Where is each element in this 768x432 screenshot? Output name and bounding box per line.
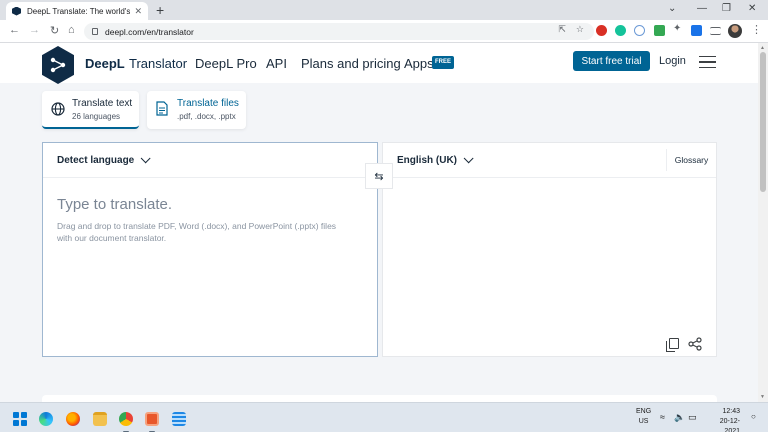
target-language-label: English (UK) [397,155,457,166]
tab-translate-files[interactable]: Translate files .pdf, .docx, .pptx [147,91,246,129]
reading-list-icon[interactable] [710,27,721,35]
system-clock[interactable]: 12:43 20-12-2021 [706,407,740,432]
green-extension-icon[interactable] [654,25,665,36]
share-icon[interactable] [688,337,702,351]
login-link[interactable]: Login [659,55,686,67]
scroll-down-icon[interactable]: ▼ [760,394,765,400]
edge-browser-icon[interactable] [39,412,53,426]
back-arrow-icon[interactable]: ← [9,24,20,36]
chevron-down-icon [463,153,474,164]
site-header: DeepL Translator DeepL Pro API Plans and… [0,43,758,84]
apps-free-badge: FREE [432,56,455,69]
translate-text-label: Translate text [72,98,133,109]
target-language-select[interactable]: English (UK) [397,153,474,166]
source-language-label: Detect language [57,155,135,166]
blue-plus-extension-icon[interactable] [691,25,702,36]
adblock-extension-icon[interactable] [596,25,607,36]
profile-avatar[interactable] [728,24,742,38]
nav-plans-pricing[interactable]: Plans and pricing [301,56,401,71]
close-window-button[interactable]: ✕ [748,3,756,14]
browser-tab-strip: DeepL Translate: The world's mos ✕ + ⌄ —… [0,0,768,20]
copy-icon[interactable] [666,338,679,352]
source-text-panel[interactable]: Detect language Type to translate. Drag … [42,142,378,357]
firefox-icon[interactable] [66,412,80,426]
new-tab-button[interactable]: + [156,2,164,18]
swap-arrows-icon: ⇆ [374,170,384,183]
document-icon [156,101,168,116]
start-free-trial-button[interactable]: Start free trial [573,51,650,71]
notepad-icon[interactable] [172,412,186,426]
bookmark-star-icon[interactable]: ☆ [576,24,584,35]
clock-date: 20-12-2021 [719,418,740,432]
link-extension-icon[interactable] [634,25,645,36]
swap-languages-button[interactable]: ⇆ [365,163,393,189]
tab-title: DeepL Translate: The world's mos [27,6,131,16]
screen: DeepL Translate: The world's mos ✕ + ⌄ —… [0,0,768,432]
brand-product[interactable]: Translator [129,56,187,71]
puzzle-extensions-icon[interactable]: ✦ [673,23,684,34]
tab-search-icon[interactable]: ⌄ [668,3,676,14]
nav-apps[interactable]: Apps [404,56,434,71]
maximize-button[interactable]: ❐ [722,3,731,14]
minimize-button[interactable]: — [697,3,707,14]
file-explorer-icon[interactable] [93,412,107,426]
home-icon[interactable]: ⌂ [68,24,75,36]
globe-icon [51,102,65,116]
nav-api[interactable]: API [266,56,287,71]
language-code: ENG [636,408,652,415]
close-tab-icon[interactable]: ✕ [134,6,142,17]
translate-files-label: Translate files [177,98,239,109]
browser-tab-deepl[interactable]: DeepL Translate: The world's mos ✕ [6,2,148,20]
notification-icon[interactable]: ○ [751,412,756,421]
keyboard-language-indicator[interactable]: ENG US [636,407,651,427]
reload-icon[interactable]: ↻ [50,24,59,37]
source-language-select[interactable]: Detect language [57,153,151,166]
deepl-logo-icon[interactable] [42,46,74,84]
chrome-icon[interactable] [119,412,133,426]
nav-deepl-pro[interactable]: DeepL Pro [195,56,257,71]
windows-taskbar [0,402,768,432]
windows-start-icon[interactable] [13,412,27,426]
volume-icon[interactable]: 🔈 [674,412,685,423]
source-panel-header: Detect language [43,143,377,178]
wifi-icon[interactable]: ≈ [660,412,665,422]
forward-arrow-icon[interactable]: → [29,24,40,36]
drag-drop-hint: Drag and drop to translate PDF, Word (.d… [57,221,337,243]
address-bar[interactable]: deepl.com/en/translator ⇱ ☆ [84,23,594,40]
brand-name[interactable]: DeepL [85,56,125,71]
scroll-up-icon[interactable]: ▲ [760,45,765,51]
scrollbar-thumb[interactable] [760,52,766,192]
battery-icon[interactable]: ▭ [688,412,697,423]
url-text: deepl.com/en/translator [105,26,194,37]
region-code: US [638,418,649,425]
browser-menu-icon[interactable]: ⋮ [751,23,762,36]
chevron-down-icon [140,153,151,164]
target-panel-header: English (UK) Glossary [383,143,716,178]
clock-time: 12:43 [722,408,740,415]
deepl-favicon-icon [12,6,21,16]
hamburger-menu-icon[interactable] [699,56,716,68]
source-text-placeholder[interactable]: Type to translate. [57,196,172,213]
media-app-icon[interactable] [145,412,159,426]
glossary-button[interactable]: Glossary [666,149,716,171]
grammarly-extension-icon[interactable] [615,25,626,36]
share-page-icon[interactable]: ⇱ [558,24,566,35]
lock-icon [92,28,98,35]
browser-toolbar: ← → ↻ ⌂ deepl.com/en/translator ⇱ ☆ ✦ ⋮ [0,20,768,43]
tab-translate-text[interactable]: Translate text 26 languages [42,91,139,129]
target-text-panel: English (UK) Glossary [382,142,717,357]
translate-text-subtitle: 26 languages [72,112,121,121]
translate-files-subtitle: .pdf, .docx, .pptx [177,112,236,121]
